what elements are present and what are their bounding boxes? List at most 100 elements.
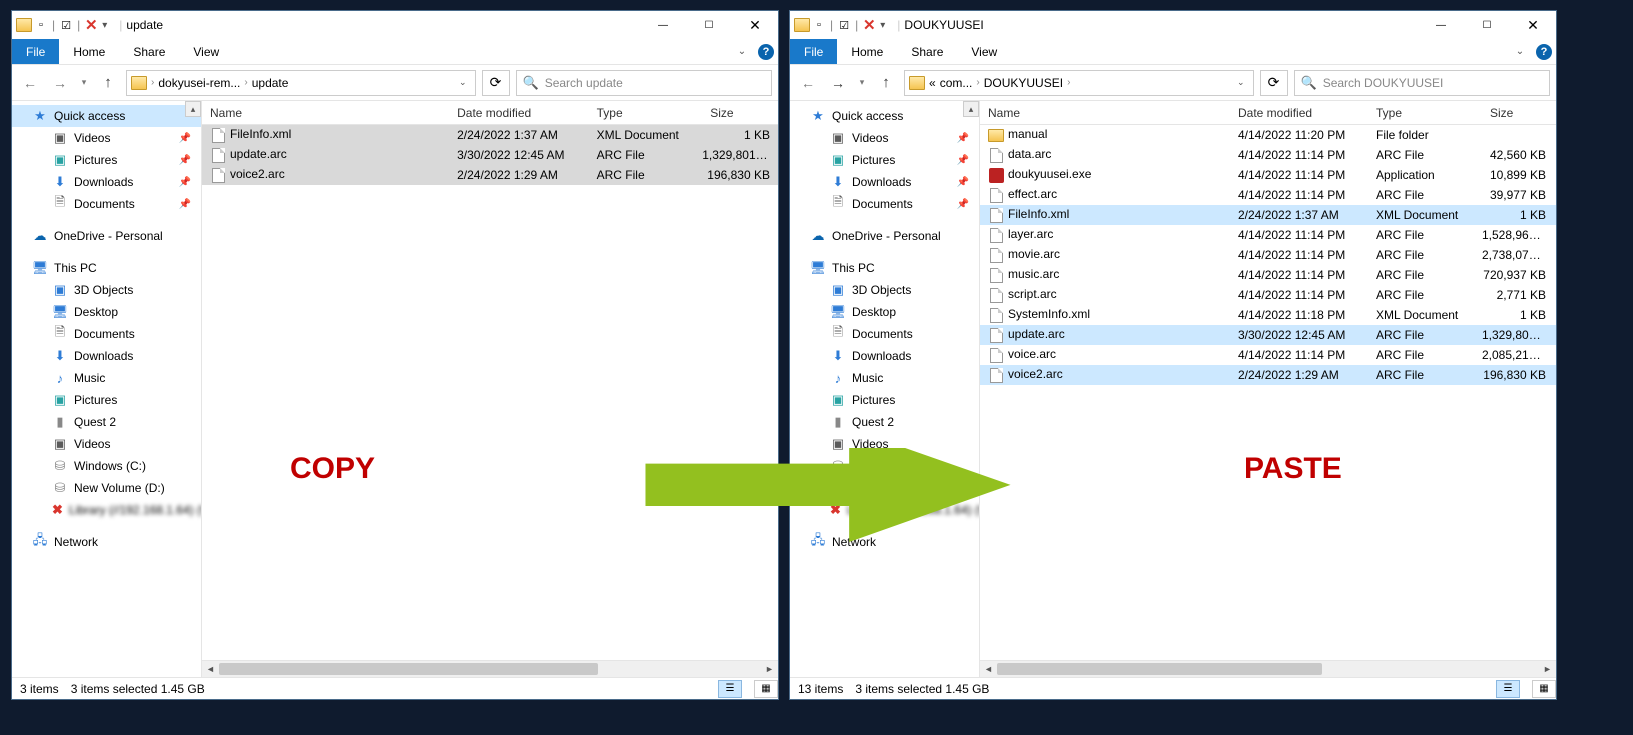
nav-item[interactable]: 🗎Documents bbox=[12, 323, 201, 345]
qat-properties-icon[interactable]: ▫ bbox=[812, 18, 826, 32]
address-bar[interactable]: « com... › DOUKYUUSEI › ⌄ bbox=[904, 70, 1254, 96]
nav-item[interactable]: ⛁New Volume (D:) bbox=[12, 477, 201, 499]
nav-item[interactable]: 🖥This PC bbox=[790, 257, 979, 279]
ribbon-view-tab[interactable]: View bbox=[179, 39, 233, 64]
column-header-size[interactable]: Size bbox=[702, 101, 778, 124]
nav-up-button[interactable]: ↑ bbox=[96, 71, 120, 95]
view-details-button[interactable]: ☰ bbox=[1496, 680, 1520, 698]
nav-item[interactable]: 🖥Desktop bbox=[12, 301, 201, 323]
nav-item[interactable]: ▮Quest 2 bbox=[790, 411, 979, 433]
view-large-button[interactable]: ▦ bbox=[754, 680, 778, 698]
column-header-date[interactable]: Date modified bbox=[1230, 101, 1368, 124]
file-row[interactable]: music.arc4/14/2022 11:14 PMARC File720,9… bbox=[980, 265, 1556, 285]
nav-item[interactable]: ▣Videos bbox=[12, 433, 201, 455]
nav-item[interactable]: ★Quick access bbox=[12, 105, 201, 127]
breadcrumb-item[interactable]: update bbox=[252, 76, 289, 90]
qat-close-icon[interactable]: ✕ bbox=[862, 18, 876, 32]
nav-up-button[interactable]: ↑ bbox=[874, 71, 898, 95]
ribbon-view-tab[interactable]: View bbox=[957, 39, 1011, 64]
nav-item[interactable]: ▮Quest 2 bbox=[12, 411, 201, 433]
address-bar[interactable]: › dokyusei-rem... › update ⌄ bbox=[126, 70, 476, 96]
file-row[interactable]: update.arc3/30/2022 12:45 AMARC File1,32… bbox=[980, 325, 1556, 345]
nav-item[interactable]: ▣Videos bbox=[790, 433, 979, 455]
qat-checkbox-icon[interactable]: ☑ bbox=[59, 18, 73, 32]
nav-back-button[interactable]: ← bbox=[18, 71, 42, 95]
address-dropdown-icon[interactable]: ⌄ bbox=[1237, 77, 1249, 88]
nav-item[interactable]: ⛁Windows (C:) bbox=[12, 455, 201, 477]
nav-item[interactable]: ⬇Downloads📌 bbox=[790, 171, 979, 193]
scroll-left-icon[interactable]: ◄ bbox=[980, 661, 997, 677]
scroll-left-icon[interactable]: ◄ bbox=[202, 661, 219, 677]
file-row[interactable]: movie.arc4/14/2022 11:14 PMARC File2,738… bbox=[980, 245, 1556, 265]
nav-item[interactable]: ▣3D Objects bbox=[790, 279, 979, 301]
column-headers[interactable]: NameDate modifiedTypeSize bbox=[980, 101, 1556, 125]
file-row[interactable]: voice2.arc2/24/2022 1:29 AMARC File196,8… bbox=[202, 165, 778, 185]
view-large-button[interactable]: ▦ bbox=[1532, 680, 1556, 698]
ribbon-home-tab[interactable]: Home bbox=[837, 39, 897, 64]
address-dropdown-icon[interactable]: ⌄ bbox=[459, 77, 471, 88]
ribbon-share-tab[interactable]: Share bbox=[119, 39, 179, 64]
scroll-right-icon[interactable]: ► bbox=[1539, 661, 1556, 677]
view-details-button[interactable]: ☰ bbox=[718, 680, 742, 698]
nav-scroll-up-icon[interactable]: ▴ bbox=[963, 101, 979, 117]
nav-item[interactable]: ♪Music bbox=[12, 367, 201, 389]
close-button[interactable]: ✕ bbox=[1510, 11, 1556, 39]
maximize-button[interactable]: ☐ bbox=[686, 11, 732, 39]
file-row[interactable]: effect.arc4/14/2022 11:14 PMARC File39,9… bbox=[980, 185, 1556, 205]
column-header-date[interactable]: Date modified bbox=[449, 101, 589, 124]
search-input[interactable]: 🔍 Search DOUKYUUSEI bbox=[1294, 70, 1551, 96]
qat-chevron-icon[interactable]: ▾ bbox=[880, 20, 885, 31]
file-row[interactable]: manual4/14/2022 11:20 PMFile folder bbox=[980, 125, 1556, 145]
nav-item[interactable]: ☁OneDrive - Personal bbox=[12, 225, 201, 247]
maximize-button[interactable]: ☐ bbox=[1464, 11, 1510, 39]
nav-item[interactable]: ▣Pictures bbox=[790, 389, 979, 411]
ribbon-expand-icon[interactable]: ⌄ bbox=[1508, 39, 1532, 64]
help-button[interactable]: ? bbox=[1532, 39, 1556, 64]
qat-checkbox-icon[interactable]: ☑ bbox=[837, 18, 851, 32]
nav-item[interactable]: ▣Videos📌 bbox=[12, 127, 201, 149]
column-header-name[interactable]: Name bbox=[980, 101, 1230, 124]
horizontal-scrollbar[interactable]: ◄ ► bbox=[980, 660, 1556, 677]
nav-item[interactable]: 🖥This PC bbox=[12, 257, 201, 279]
ribbon-share-tab[interactable]: Share bbox=[897, 39, 957, 64]
titlebar[interactable]: ▫ | ☑ | ✕ ▾ | DOUKYUUSEI — ☐ ✕ bbox=[790, 11, 1556, 39]
nav-back-button[interactable]: ← bbox=[796, 71, 820, 95]
nav-item[interactable]: 🖧Network bbox=[12, 531, 201, 553]
nav-item[interactable]: 🗎Documents📌 bbox=[790, 193, 979, 215]
refresh-button[interactable]: ⟳ bbox=[1260, 70, 1288, 96]
breadcrumb-sep-icon[interactable]: › bbox=[976, 77, 979, 88]
file-list[interactable]: FileInfo.xml2/24/2022 1:37 AMXML Documen… bbox=[202, 125, 778, 660]
column-header-size[interactable]: Size bbox=[1482, 101, 1554, 124]
nav-item[interactable]: ⬇Downloads📌 bbox=[12, 171, 201, 193]
ribbon-file-tab[interactable]: File bbox=[12, 39, 59, 64]
breadcrumb-sep-icon[interactable]: › bbox=[151, 77, 154, 88]
titlebar[interactable]: ▫ | ☑ | ✕ ▾ | update — ☐ ✕ bbox=[12, 11, 778, 39]
refresh-button[interactable]: ⟳ bbox=[482, 70, 510, 96]
breadcrumb-sep-icon[interactable]: › bbox=[1067, 77, 1070, 88]
nav-item[interactable]: ▣Pictures📌 bbox=[790, 149, 979, 171]
nav-item[interactable]: ✖Library (//192.168.1.64) (W bbox=[12, 499, 201, 521]
nav-forward-button[interactable]: → bbox=[48, 71, 72, 95]
file-row[interactable]: script.arc4/14/2022 11:14 PMARC File2,77… bbox=[980, 285, 1556, 305]
nav-item[interactable]: ✖Library (//192.168.1.64) (W bbox=[790, 499, 979, 521]
file-list[interactable]: manual4/14/2022 11:20 PMFile folderdata.… bbox=[980, 125, 1556, 660]
nav-item[interactable]: 🗎Documents bbox=[790, 323, 979, 345]
breadcrumb-item[interactable]: dokyusei-rem... bbox=[158, 76, 240, 90]
nav-history-chevron[interactable]: ▾ bbox=[78, 77, 90, 88]
minimize-button[interactable]: — bbox=[1418, 11, 1464, 39]
nav-item[interactable]: ▣Pictures bbox=[12, 389, 201, 411]
nav-item[interactable]: ★Quick access bbox=[790, 105, 979, 127]
nav-item[interactable]: 🖥Desktop bbox=[790, 301, 979, 323]
ribbon-home-tab[interactable]: Home bbox=[59, 39, 119, 64]
nav-scroll-up-icon[interactable]: ▴ bbox=[185, 101, 201, 117]
qat-chevron-icon[interactable]: ▾ bbox=[102, 20, 107, 31]
ribbon-expand-icon[interactable]: ⌄ bbox=[730, 39, 754, 64]
nav-pane[interactable]: ▴★Quick access▣Videos📌▣Pictures📌⬇Downloa… bbox=[790, 101, 980, 677]
file-row[interactable]: voice.arc4/14/2022 11:14 PMARC File2,085… bbox=[980, 345, 1556, 365]
nav-item[interactable]: ▣3D Objects bbox=[12, 279, 201, 301]
file-row[interactable]: data.arc4/14/2022 11:14 PMARC File42,560… bbox=[980, 145, 1556, 165]
ribbon-file-tab[interactable]: File bbox=[790, 39, 837, 64]
nav-forward-button[interactable]: → bbox=[826, 71, 850, 95]
qat-close-icon[interactable]: ✕ bbox=[84, 18, 98, 32]
nav-item[interactable]: ⛁Windows (C:) bbox=[790, 455, 979, 477]
